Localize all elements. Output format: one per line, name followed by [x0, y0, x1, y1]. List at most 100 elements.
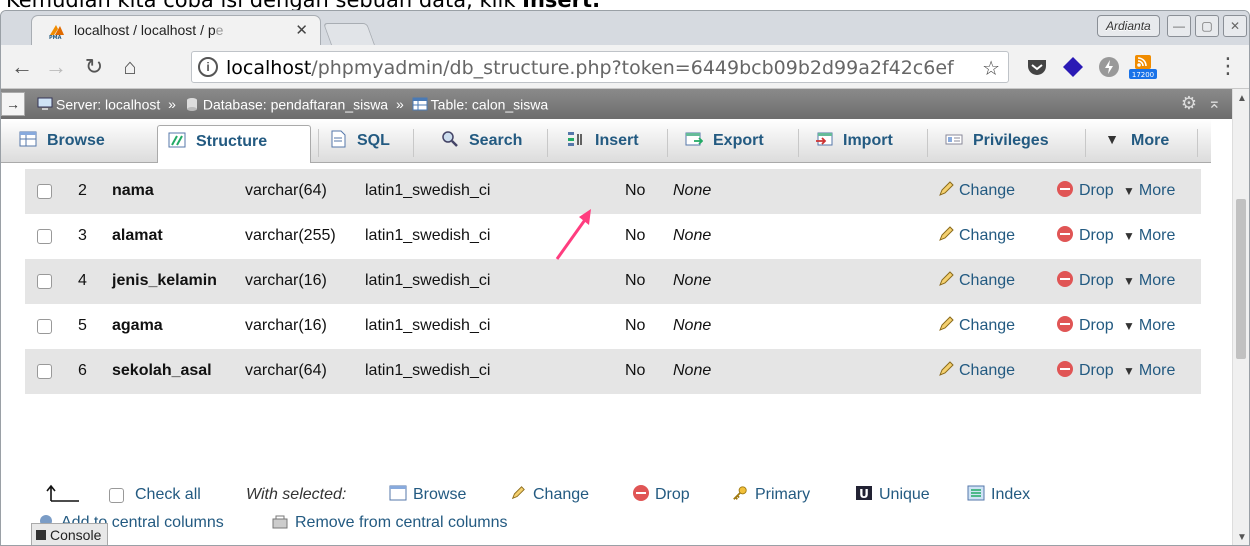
row-checkbox[interactable] — [37, 364, 52, 379]
pencil-icon — [939, 226, 954, 241]
profile-button[interactable]: Ardianta — [1097, 15, 1160, 37]
pocket-extension-icon[interactable] — [1025, 55, 1049, 79]
drop-circle-icon — [1057, 360, 1073, 377]
bulk-drop-link[interactable]: Drop — [633, 484, 690, 504]
breadcrumb-table[interactable]: Table: calon_siswa — [431, 96, 549, 112]
more-triangle-icon: ▼ — [1123, 274, 1135, 288]
breadcrumb-database[interactable]: Database: pendaftaran_siswa — [203, 96, 388, 112]
more-triangle-icon: ▼ — [1123, 319, 1135, 333]
reload-icon[interactable]: ↻ — [81, 54, 107, 80]
change-link[interactable]: Change — [937, 181, 1015, 200]
row-checkbox[interactable] — [37, 184, 52, 199]
privileges-icon — [945, 134, 963, 145]
toggle-navigation-icon[interactable]: → — [1, 92, 25, 116]
tab-export[interactable]: Export — [675, 125, 764, 163]
insert-row-icon — [568, 132, 582, 146]
import-icon — [816, 132, 833, 146]
tutorial-caption: Kemudian kita coba isi dengan sebuah dat… — [6, 0, 601, 12]
bulk-primary-link[interactable]: Primary — [731, 486, 810, 504]
check-all-label[interactable]: Check all — [135, 486, 201, 504]
minimize-icon[interactable]: — — [1167, 15, 1191, 37]
address-bar[interactable]: i localhost/phpmyadmin/db_structure.php?… — [191, 51, 1009, 83]
change-link[interactable]: Change — [937, 226, 1015, 245]
remove-central-columns-link[interactable]: Remove from central columns — [271, 514, 508, 532]
row-checkbox[interactable] — [37, 229, 52, 244]
drop-circle-icon — [633, 484, 649, 501]
settings-gear-icon[interactable]: ⚙ — [1181, 93, 1197, 114]
home-icon[interactable]: ⌂ — [117, 54, 143, 80]
change-link[interactable]: Change — [937, 361, 1015, 380]
close-window-icon[interactable]: ✕ — [1223, 15, 1247, 37]
close-tab-icon[interactable]: ✕ — [295, 21, 308, 39]
collapse-top-icon[interactable]: ⌅ — [1208, 93, 1221, 113]
back-arrow-icon[interactable]: ← — [9, 54, 35, 80]
tab-browse[interactable]: Browse — [9, 125, 105, 163]
table-row: 5 agama varchar(16) latin1_swedish_ci No… — [25, 304, 1201, 349]
scroll-down-icon[interactable]: ▼ — [1237, 532, 1247, 543]
bulk-index-link[interactable]: Index — [967, 485, 1030, 504]
unique-icon: U — [856, 485, 872, 501]
tab-search[interactable]: Search — [431, 125, 522, 163]
console-toggle[interactable]: Console — [31, 523, 109, 545]
phpmyadmin-favicon-icon: PMA — [49, 25, 64, 39]
svg-text:PMA: PMA — [49, 35, 62, 39]
more-dropdown[interactable]: ▼ More — [1123, 317, 1175, 335]
tab-more[interactable]: ▼ More — [1093, 125, 1169, 163]
drop-circle-icon — [1057, 270, 1073, 287]
tab-privileges[interactable]: Privileges — [935, 125, 1049, 163]
drop-circle-icon — [1057, 180, 1073, 197]
diamond-extension-icon[interactable] — [1061, 55, 1085, 79]
check-all-checkbox[interactable] — [109, 488, 124, 503]
bulk-unique-link[interactable]: U Unique — [855, 485, 930, 504]
browser-toolbar: ← → ↻ ⌂ i localhost/phpmyadmin/db_struct… — [1, 45, 1249, 89]
more-dropdown[interactable]: ▼ More — [1123, 182, 1175, 200]
tab-divider — [413, 129, 414, 157]
change-link[interactable]: Change — [937, 316, 1015, 335]
scroll-up-icon[interactable]: ▲ — [1237, 93, 1247, 104]
new-tab-button[interactable] — [322, 23, 376, 45]
console-icon — [36, 530, 46, 541]
breadcrumb-server[interactable]: Server: localhost — [56, 96, 160, 112]
more-dropdown[interactable]: ▼ More — [1123, 227, 1175, 245]
tab-insert[interactable]: Insert — [557, 125, 639, 163]
drop-link[interactable]: Drop — [1057, 270, 1114, 290]
bulk-actions-bar: Check all With selected: Browse Change D… — [1, 477, 1211, 545]
browser-menu-icon[interactable]: ⋮ — [1217, 53, 1239, 79]
page-scrollbar[interactable]: ▲ ▼ — [1232, 89, 1249, 545]
bulk-change-link[interactable]: Change — [509, 485, 589, 504]
server-icon — [37, 97, 53, 111]
more-triangle-icon: ▼ — [1105, 131, 1119, 147]
drop-link[interactable]: Drop — [1057, 180, 1114, 200]
browser-tab[interactable]: PMA localhost / localhost / pe ✕ — [31, 15, 321, 45]
url-text: localhost/phpmyadmin/db_structure.php?to… — [226, 57, 954, 79]
tab-structure[interactable]: Structure — [157, 125, 311, 163]
forward-arrow-icon[interactable]: → — [43, 54, 69, 80]
drop-link[interactable]: Drop — [1057, 360, 1114, 380]
database-icon — [186, 98, 197, 112]
bulk-browse-link[interactable]: Browse — [389, 485, 466, 504]
drop-circle-icon — [1057, 225, 1073, 242]
change-link[interactable]: Change — [937, 271, 1015, 290]
tab-divider — [927, 129, 928, 157]
svg-text:U: U — [859, 487, 869, 501]
ghostery-extension-icon[interactable] — [1097, 55, 1121, 79]
rss-extension-icon[interactable]: 17200 — [1129, 55, 1157, 79]
drop-link[interactable]: Drop — [1057, 315, 1114, 335]
tab-sql[interactable]: SQL — [319, 125, 390, 163]
table-row: 6 sekolah_asal varchar(64) latin1_swedis… — [25, 349, 1201, 394]
export-icon — [685, 132, 703, 146]
scrollbar-thumb[interactable] — [1236, 199, 1246, 359]
bookmark-star-icon[interactable]: ☆ — [982, 56, 1000, 81]
structure-table: 2 nama varchar(64) latin1_swedish_ci No … — [25, 169, 1201, 394]
info-icon[interactable]: i — [198, 57, 218, 77]
more-dropdown[interactable]: ▼ More — [1123, 272, 1175, 290]
more-dropdown[interactable]: ▼ More — [1123, 362, 1175, 380]
row-checkbox[interactable] — [37, 274, 52, 289]
drop-link[interactable]: Drop — [1057, 225, 1114, 245]
row-checkbox[interactable] — [37, 319, 52, 334]
tab-strip: PMA localhost / localhost / pe ✕ Ardiant… — [1, 11, 1249, 45]
tab-import[interactable]: Import — [805, 125, 893, 163]
table-row: 3 alamat varchar(255) latin1_swedish_ci … — [25, 214, 1201, 259]
maximize-icon[interactable]: ▢ — [1195, 15, 1219, 37]
select-arrow-icon — [46, 484, 79, 502]
